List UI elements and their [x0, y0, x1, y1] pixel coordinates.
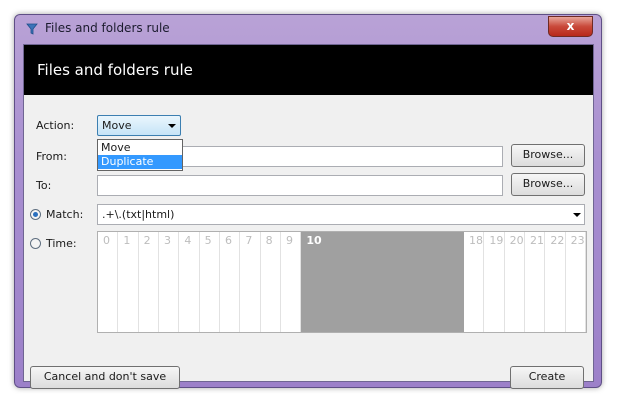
hour-cell[interactable] [342, 232, 363, 332]
cancel-button[interactable]: Cancel and don't save [30, 366, 180, 389]
radio-dot-icon [33, 212, 38, 217]
action-dropdown-list: Move Duplicate [97, 139, 183, 171]
window-title: Files and folders rule [45, 21, 170, 35]
hour-cell[interactable] [443, 232, 464, 332]
hour-label: 1 [123, 234, 131, 247]
from-browse-button[interactable]: Browse... [511, 144, 585, 167]
to-field[interactable] [97, 175, 503, 196]
match-label: Match: [46, 208, 84, 221]
hour-label: 0 [103, 234, 110, 247]
hour-cell[interactable]: 2 [139, 232, 159, 332]
hour-label: 18 [469, 234, 483, 247]
hour-cell[interactable]: 7 [240, 232, 261, 332]
hour-label: 22 [550, 234, 565, 247]
hour-label: 2 [143, 234, 151, 247]
match-value: .+\.(txt|html) [102, 208, 175, 221]
dialog-body: Files and folders rule Action: Move Move… [23, 44, 594, 389]
hour-label: 5 [204, 234, 212, 247]
hour-label: 7 [245, 234, 253, 247]
hour-label: 20 [509, 234, 524, 247]
hour-label: 8 [265, 234, 273, 247]
action-select-value: Move [102, 119, 132, 132]
hour-cell[interactable]: 21 [525, 232, 546, 332]
hour-label: 19 [489, 234, 504, 247]
time-radio[interactable] [30, 238, 41, 249]
match-radio[interactable] [30, 209, 41, 220]
hour-cell[interactable]: 3 [159, 232, 180, 332]
hour-label: 21 [530, 234, 544, 247]
action-select[interactable]: Move [97, 115, 181, 136]
to-label: To: [36, 179, 52, 192]
hour-cell[interactable]: 18 [464, 232, 485, 332]
hour-cell[interactable]: 4 [179, 232, 200, 332]
to-browse-button[interactable]: Browse... [511, 173, 585, 196]
filter-icon [26, 23, 38, 35]
hour-cell[interactable]: 23 [566, 232, 586, 332]
hour-cell[interactable]: 19 [484, 232, 505, 332]
hour-cell[interactable]: 10 [301, 232, 322, 332]
close-button[interactable]: x [548, 16, 593, 37]
hour-label: 4 [184, 234, 192, 247]
hour-cell[interactable] [382, 232, 403, 332]
hour-cell[interactable]: 20 [505, 232, 525, 332]
action-option-duplicate[interactable]: Duplicate [98, 155, 182, 169]
hour-cell[interactable] [403, 232, 424, 332]
hour-cell[interactable] [423, 232, 444, 332]
hour-label: 23 [570, 234, 585, 247]
hour-cell[interactable]: 22 [545, 232, 566, 332]
hour-cell[interactable]: 5 [200, 232, 220, 332]
time-hour-grid[interactable]: 0 1 2 3 4 5 6 7 8 9 10 18 19 20 21 22 23 [97, 231, 587, 333]
hour-label: 3 [164, 234, 171, 247]
dialog-window: Files and folders rule x Files and folde… [14, 14, 602, 389]
title-bar[interactable]: Files and folders rule x [15, 15, 601, 43]
hour-cell[interactable]: 9 [281, 232, 302, 332]
hour-cell[interactable]: 0 [98, 232, 119, 332]
action-label: Action: [36, 119, 75, 132]
chevron-down-icon[interactable] [573, 213, 581, 217]
from-label: From: [36, 150, 67, 163]
time-label: Time: [46, 237, 77, 250]
match-field[interactable]: .+\.(txt|html) [97, 204, 585, 225]
chevron-down-icon [168, 124, 176, 128]
header-banner: Files and folders rule [24, 45, 593, 95]
hour-label: 6 [225, 234, 232, 247]
hour-cell[interactable] [362, 232, 383, 332]
header-title: Files and folders rule [37, 61, 193, 79]
hour-label: 9 [286, 234, 293, 247]
hour-cell[interactable]: 8 [261, 232, 281, 332]
hour-cell[interactable]: 1 [118, 232, 139, 332]
hour-cell[interactable] [321, 232, 342, 332]
hour-label: 10 [306, 234, 322, 247]
create-button[interactable]: Create [510, 366, 584, 389]
hour-cell[interactable]: 6 [220, 232, 241, 332]
action-option-move[interactable]: Move [98, 141, 182, 155]
